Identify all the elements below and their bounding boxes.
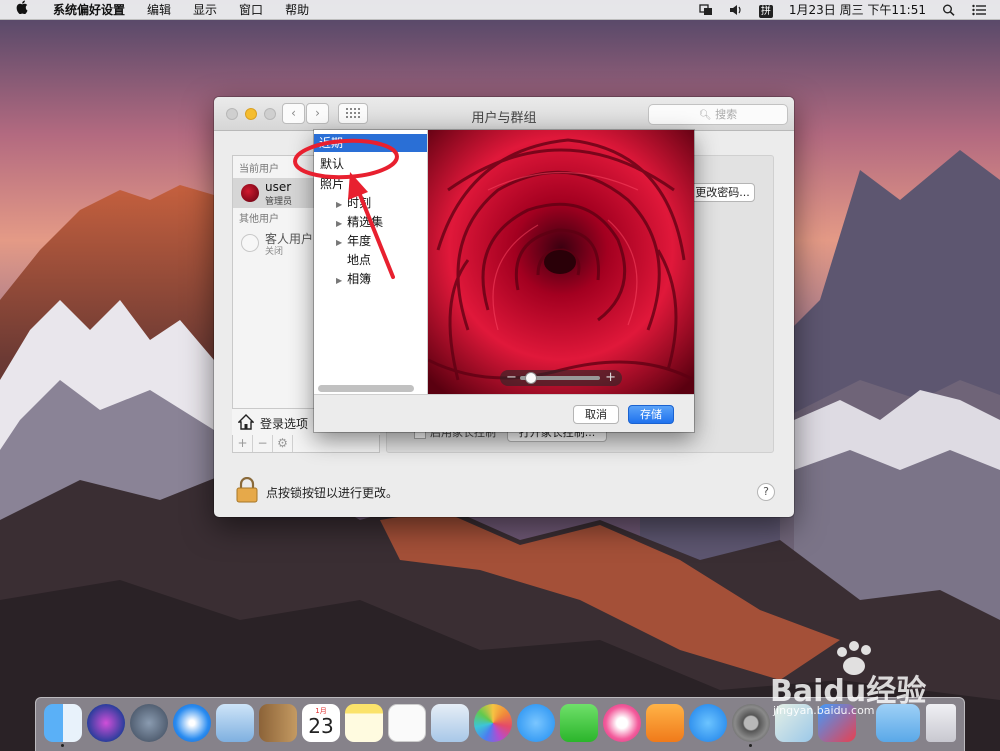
input-method-icon[interactable]: 拼 [751,0,781,20]
source-item-default[interactable]: 默认 [320,155,344,172]
picture-source-list: 近期 默认 照片 ▶ 时刻 ▶ 精选集 ▶ 年度 地点 ▶ 相簿 [314,130,428,394]
search-icon: 🔍︎ [698,110,712,121]
disclosure-triangle-icon[interactable]: ▶ [336,200,342,209]
mail-icon[interactable] [216,704,254,742]
source-item-photos[interactable]: 照片 [320,175,344,192]
contacts-icon[interactable] [259,704,297,742]
other-users-label: 其他用户 [239,214,279,225]
ibooks-icon[interactable] [646,704,684,742]
picker-footer: 取消 存储 [314,394,694,432]
source-label: 年度 [347,234,372,248]
photos-icon[interactable] [474,704,512,742]
guest-status: 关闭 [265,247,284,257]
launchpad-icon[interactable] [130,704,168,742]
itunes-icon[interactable] [603,704,641,742]
source-label: 精选集 [347,215,384,229]
source-item-moments[interactable]: ▶ 时刻 [336,194,371,211]
lock-icon[interactable] [236,477,258,503]
apple-menu-icon[interactable] [0,0,42,20]
disclosure-triangle-icon[interactable]: ▶ [336,276,342,285]
input-method-label: 拼 [758,4,773,18]
trash-icon[interactable] [926,704,956,742]
current-users-label: 当前用户 [239,164,279,175]
running-indicator [61,744,64,747]
zoom-out-icon[interactable]: − [506,370,517,385]
save-button[interactable]: 存储 [628,405,674,424]
finder-icon[interactable] [44,704,82,742]
appstore-icon[interactable] [689,704,727,742]
title-bar[interactable]: ‹ › 用户与群组 🔍︎ 搜索 [214,97,794,131]
clock[interactable]: 1月23日 周三 下午11:51 [781,0,934,20]
siri-icon[interactable] [87,704,125,742]
volume-icon[interactable] [721,0,751,20]
source-item-years[interactable]: ▶ 年度 [336,232,371,249]
system-preferences-icon[interactable] [732,704,770,742]
menu-edit[interactable]: 编辑 [136,0,182,20]
avatar [241,184,259,202]
zoom-in-icon[interactable]: + [605,370,616,385]
picture-preview[interactable]: − + [428,130,694,394]
source-label: 时刻 [347,196,372,210]
source-item-recent[interactable]: 近期 [314,134,427,152]
help-button[interactable]: ? [757,483,775,501]
source-item-places[interactable]: 地点 [347,251,371,268]
add-user-button[interactable]: + [233,435,253,452]
rose-image [428,130,694,394]
running-indicator [749,744,752,747]
horizontal-scrollbar[interactable] [318,385,414,392]
source-item-albums[interactable]: ▶ 相簿 [336,270,371,287]
menu-window[interactable]: 窗口 [228,0,274,20]
search-field[interactable]: 🔍︎ 搜索 [648,104,788,125]
menu-bar: 系统偏好设置 编辑 显示 窗口 帮助 拼 1月23日 周三 下午11:51 [0,0,1000,20]
house-icon [238,414,254,430]
zoom-knob[interactable] [524,372,537,384]
notes-icon[interactable] [345,704,383,742]
menu-app-name[interactable]: 系统偏好设置 [42,0,136,20]
reminders-icon[interactable] [388,704,426,742]
cancel-button[interactable]: 取消 [573,405,619,424]
search-placeholder: 搜索 [715,108,738,121]
facetime-icon[interactable] [560,704,598,742]
guest-avatar-icon [241,234,259,252]
list-controls: + − ⚙ [232,435,380,453]
safari-icon[interactable] [173,704,211,742]
screen-mirroring-icon[interactable] [691,0,721,20]
source-label: 相簿 [347,272,372,286]
source-item-collections[interactable]: ▶ 精选集 [336,213,383,230]
login-options-label: 登录选项 [260,417,309,431]
change-password-button[interactable]: 更改密码... [690,183,755,202]
remove-user-button[interactable]: − [253,435,273,452]
picture-picker: 近期 默认 照片 ▶ 时刻 ▶ 精选集 ▶ 年度 地点 ▶ 相簿 − + 取消 … [314,130,694,432]
zoom-slider[interactable]: − + [500,370,622,386]
disclosure-triangle-icon[interactable]: ▶ [336,219,342,228]
calendar-day: 23 [308,714,334,738]
lock-hint: 点按锁按钮以进行更改。 [266,486,399,500]
preview-icon[interactable] [431,704,469,742]
calendar-icon[interactable]: 1月 23 [302,704,340,742]
gear-icon[interactable]: ⚙ [273,435,293,452]
menu-help[interactable]: 帮助 [274,0,320,20]
messages-icon[interactable] [517,704,555,742]
user-name: user [265,180,292,194]
user-role: 管理员 [265,197,293,207]
watermark-url: jingyan.baidu.com [773,704,875,717]
disclosure-triangle-icon[interactable]: ▶ [336,238,342,247]
spotlight-search-icon[interactable] [934,0,964,20]
notification-center-icon[interactable] [964,0,1000,20]
menu-view[interactable]: 显示 [182,0,228,20]
